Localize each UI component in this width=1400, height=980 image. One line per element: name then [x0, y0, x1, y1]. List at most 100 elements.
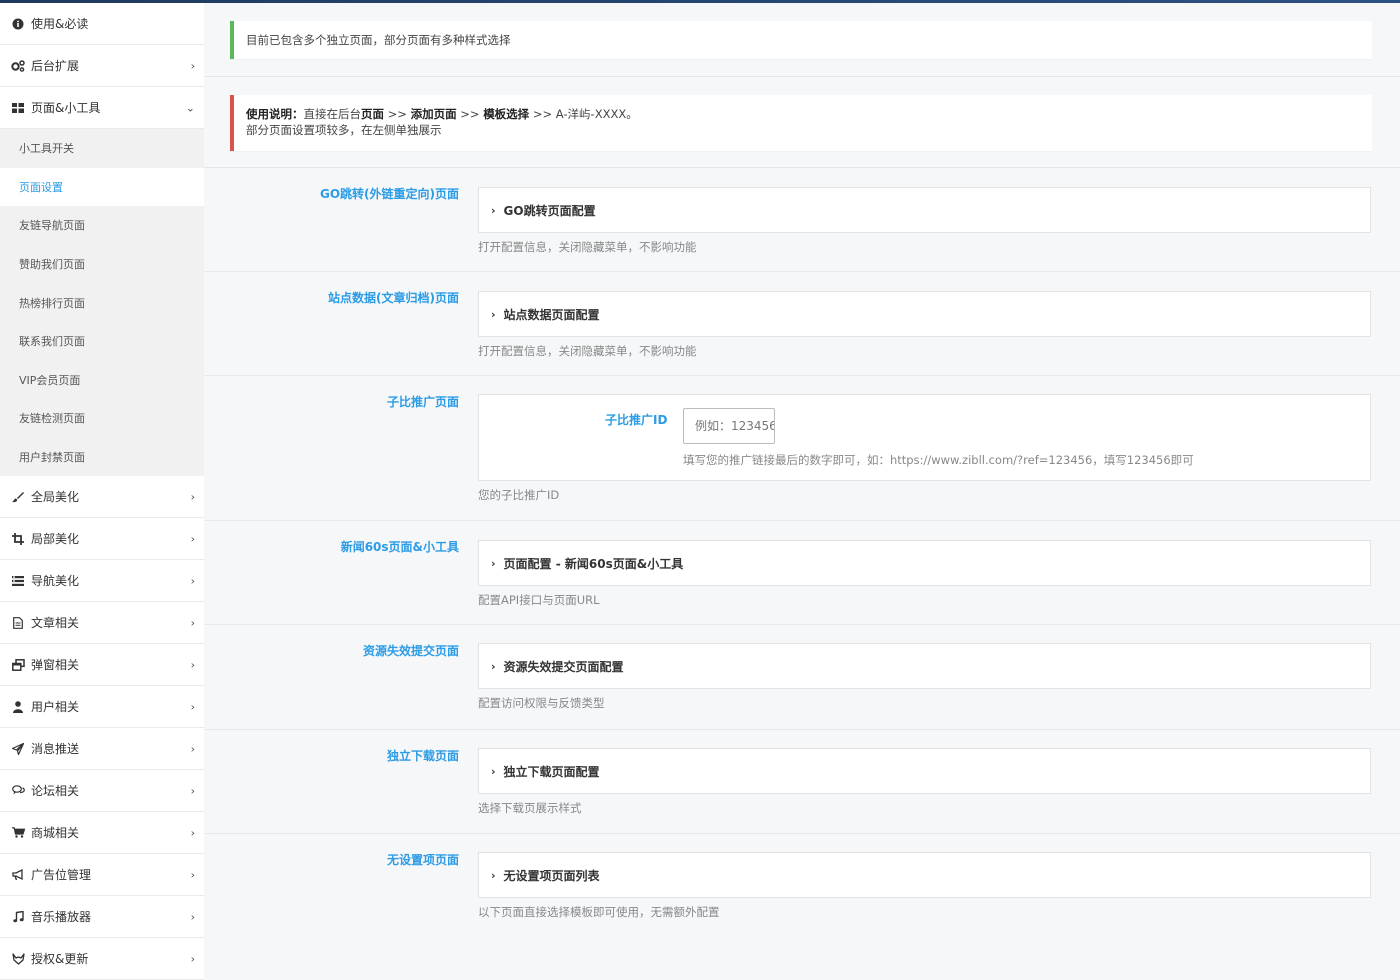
sidebar-subitem-contact[interactable]: 联系我们页面 [0, 322, 204, 361]
nav-list-icon [11, 574, 25, 588]
main-content: 目前已包含多个独立页面，部分页面有多种样式选择 使用说明：直接在后台页面 >> … [204, 3, 1400, 980]
section-description: 配置访问权限与反馈类型 [478, 696, 605, 710]
sidebar-item-label: 弹窗相关 [31, 658, 80, 673]
usage-step-template: 模板选择 [483, 107, 530, 121]
sidebar-item-popups[interactable]: 弹窗相关 › [0, 644, 204, 687]
chevron-right-icon: › [190, 910, 195, 924]
sidebar-item-license[interactable]: 授权&更新 › [0, 938, 204, 980]
comments-icon [11, 784, 25, 798]
usage-notice: 使用说明：直接在后台页面 >> 添加页面 >> 模板选择 >> A-洋屿-XXX… [230, 95, 1372, 151]
sidebar-subitem-hot-rank[interactable]: 热榜排行页面 [0, 283, 204, 322]
accordion-site-data[interactable]: › 站点数据页面配置 [478, 291, 1371, 337]
sidebar-subitem-vip[interactable]: VIP会员页面 [0, 361, 204, 400]
sidebar-item-articles[interactable]: 文章相关 › [0, 602, 204, 645]
sidebar-item-nav-style[interactable]: 导航美化 › [0, 560, 204, 603]
info-notice-section: 目前已包含多个独立页面，部分页面有多种样式选择 [204, 3, 1400, 77]
chevron-right-icon: › [190, 784, 195, 798]
sidebar-subitem-links-nav[interactable]: 友链导航页面 [0, 206, 204, 245]
chevron-right-icon: › [190, 742, 195, 756]
sidebar-item-shop[interactable]: 商城相关 › [0, 812, 204, 855]
section-go-redirect: GO跳转(外链重定向)页面 › GO跳转页面配置 打开配置信息，关闭隐藏菜单，不… [204, 168, 1400, 272]
accordion-title: 无设置项页面列表 [503, 868, 600, 883]
sidebar-item-label: 使用&必读 [31, 17, 89, 31]
info-notice: 目前已包含多个独立页面，部分页面有多种样式选择 [230, 21, 1372, 59]
sidebar-item-pages-widgets[interactable]: 页面&小工具 ⌄ [0, 87, 204, 129]
sidebar-item-label: 授权&更新 [31, 952, 89, 967]
crop-icon [11, 532, 25, 546]
paper-plane-icon [11, 742, 25, 756]
sidebar-item-label: 商城相关 [31, 826, 80, 841]
section-no-settings: 无设置项页面 › 无设置项页面列表 以下页面直接选择模板即可使用，无需额外配置 [204, 834, 1400, 938]
section-description: 以下页面直接选择模板即可使用，无需额外配置 [478, 905, 720, 919]
sidebar-subitem-link-check[interactable]: 友链检测页面 [0, 399, 204, 438]
accordion-go-redirect[interactable]: › GO跳转页面配置 [478, 187, 1371, 233]
info-icon [11, 17, 25, 31]
accordion-title: 独立下载页面配置 [503, 764, 600, 779]
section-site-data: 站点数据(文章归档)页面 › 站点数据页面配置 打开配置信息，关闭隐藏菜单，不影… [204, 272, 1400, 376]
sidebar-item-push[interactable]: 消息推送 › [0, 728, 204, 771]
section-label: 子比推广页面 [386, 395, 459, 409]
sidebar-item-global-style[interactable]: 全局美化 › [0, 476, 204, 519]
sidebar-subitem-user-ban[interactable]: 用户封禁页面 [0, 438, 204, 477]
sidebar-subitem-page-settings[interactable]: 页面设置 [0, 167, 204, 207]
sidebar-item-users[interactable]: 用户相关 › [0, 686, 204, 729]
section-description: 打开配置信息，关闭隐藏菜单，不影响功能 [478, 240, 697, 254]
section-description: 打开配置信息，关闭隐藏菜单，不影响功能 [478, 344, 697, 358]
accordion-no-settings[interactable]: › 无设置项页面列表 [478, 852, 1371, 898]
usage-title: 使用说明： [246, 107, 304, 121]
promo-form-box: 子比推广ID 填写您的推广链接最后的数字即可，如：https://www.zib… [478, 394, 1371, 481]
section-download-page: 独立下载页面 › 独立下载页面配置 选择下载页展示样式 [204, 730, 1400, 834]
sidebar-item-label: 页面&小工具 [31, 101, 101, 115]
sidebar-subitem-sponsor[interactable]: 赞助我们页面 [0, 245, 204, 284]
user-icon [11, 700, 25, 714]
chevron-right-icon: › [190, 616, 195, 630]
section-label: 新闻60s页面&小工具 [340, 540, 459, 554]
brush-icon [11, 490, 25, 504]
sidebar-item-label: 用户相关 [31, 700, 80, 715]
usage-separator: >> [384, 107, 411, 121]
chevron-right-icon: › [190, 952, 195, 966]
sidebar-item-label: 广告位管理 [31, 868, 92, 883]
usage-step-add-page: 添加页面 [410, 107, 457, 121]
chevron-right-icon: › [491, 764, 496, 778]
chevron-right-icon: › [491, 307, 496, 321]
accordion-news-60s[interactable]: › 页面配置 - 新闻60s页面&小工具 [478, 540, 1371, 586]
chevron-right-icon: › [190, 700, 195, 714]
usage-separator: >> [529, 107, 556, 121]
chevron-right-icon: › [491, 203, 496, 217]
music-icon [11, 910, 25, 924]
usage-separator: >> [456, 107, 484, 121]
sidebar-item-readme[interactable]: 使用&必读 [0, 3, 204, 45]
window-restore-icon [11, 658, 25, 672]
sidebar-item-forum[interactable]: 论坛相关 › [0, 770, 204, 813]
promo-id-help: 填写您的推广链接最后的数字即可，如：https://www.zibll.com/… [683, 453, 1194, 467]
accordion-title: GO跳转页面配置 [503, 203, 596, 218]
sidebar-item-ads[interactable]: 广告位管理 › [0, 854, 204, 897]
sidebar-item-label: 局部美化 [31, 532, 80, 547]
sidebar-item-backend-ext[interactable]: 后台扩展 › [0, 45, 204, 87]
chevron-right-icon: › [190, 826, 195, 840]
shopping-cart-icon [11, 826, 25, 840]
sidebar-item-local-style[interactable]: 局部美化 › [0, 518, 204, 561]
sidebar-subitem-widget-switch[interactable]: 小工具开关 [0, 129, 204, 168]
usage-template-name: A-洋屿-XXXX。 [555, 107, 638, 121]
section-label: 站点数据(文章归档)页面 [328, 291, 459, 305]
sidebar-item-label: 文章相关 [31, 616, 80, 631]
chevron-right-icon: › [190, 490, 195, 504]
usage-step-pages: 页面 [361, 107, 384, 121]
accordion-resource-report[interactable]: › 资源失效提交页面配置 [478, 643, 1371, 689]
sidebar: 使用&必读 后台扩展 › 页面&小工具 ⌄ 小工具开关 页面设置 友链导航页面 … [0, 3, 204, 980]
section-zibll-promo: 子比推广页面 子比推广ID 填写您的推广链接最后的数字即可，如：https://… [204, 376, 1400, 521]
sidebar-item-label: 导航美化 [31, 574, 80, 589]
promo-id-input[interactable] [683, 408, 775, 444]
chevron-down-icon: ⌄ [185, 101, 195, 114]
chevron-right-icon: › [190, 532, 195, 546]
section-label: 独立下载页面 [386, 749, 459, 763]
usage-text: 直接在后台 [303, 107, 362, 121]
grid-icon [11, 101, 25, 115]
chevron-right-icon: › [190, 574, 195, 588]
chevron-right-icon: › [491, 556, 496, 570]
sidebar-item-music[interactable]: 音乐播放器 › [0, 896, 204, 939]
accordion-download-page[interactable]: › 独立下载页面配置 [478, 748, 1371, 794]
sidebar-item-label: 后台扩展 [31, 59, 80, 73]
